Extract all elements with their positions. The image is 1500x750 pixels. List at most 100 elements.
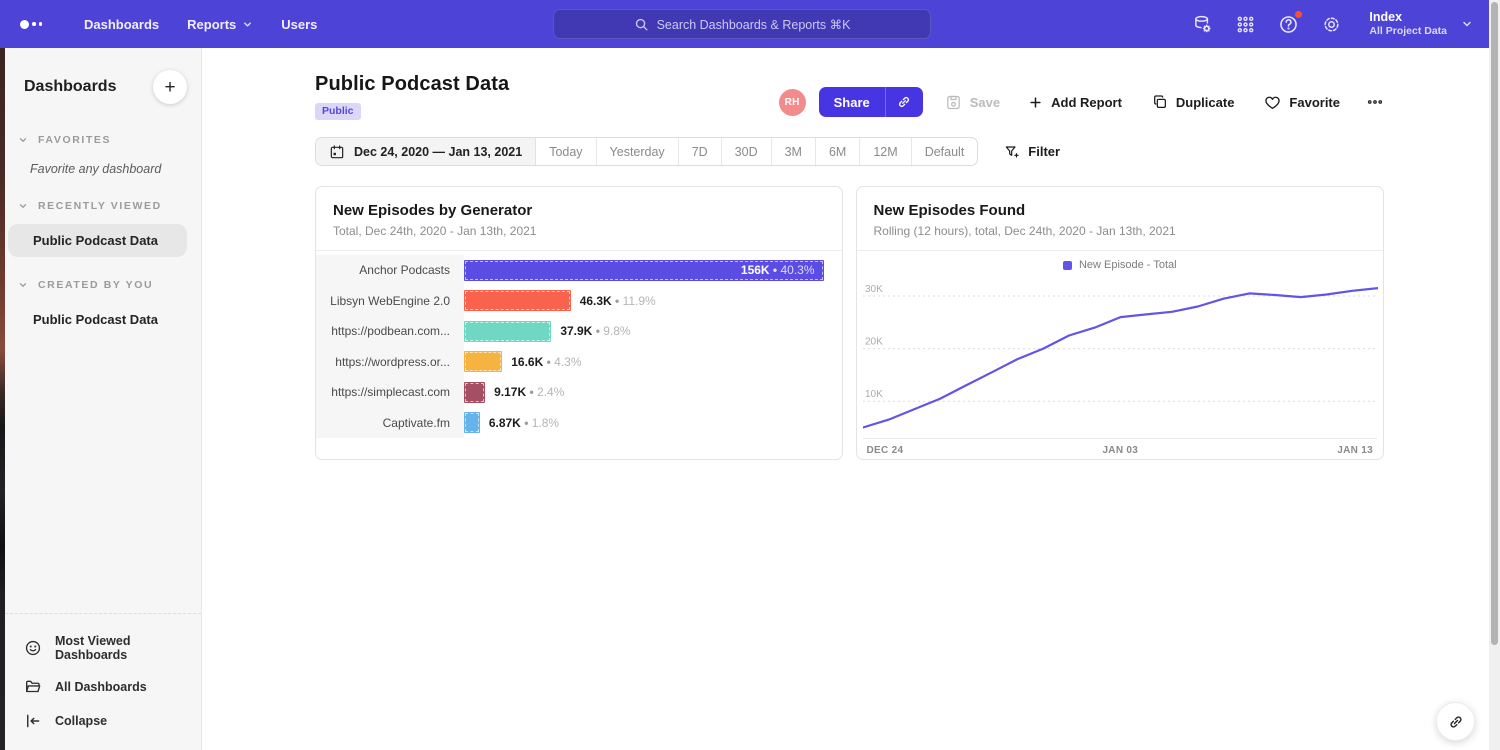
smiley-icon (24, 639, 42, 657)
date-preset-yesterday[interactable]: Yesterday (597, 138, 679, 165)
filter-label: Filter (1028, 144, 1060, 159)
x-axis: DEC 24 JAN 03 JAN 13 (863, 438, 1378, 456)
date-preset-default[interactable]: Default (912, 138, 978, 165)
app-logo[interactable] (20, 20, 42, 29)
line-chart-plot[interactable]: 10K20K30K (863, 275, 1378, 438)
bar-value-label: 16.6K • 4.3% (511, 355, 581, 369)
apps-grid-icon[interactable] (1234, 13, 1256, 35)
sidebar-section-recently-viewed: RECENTLY VIEWED Public Podcast Data (5, 194, 201, 259)
bar-segment[interactable] (464, 351, 502, 372)
bar-track: 37.9K • 9.8% (464, 316, 842, 347)
bar-value-label: 46.3K • 11.9% (580, 294, 656, 308)
sidebar-footer: Most Viewed Dashboards All Dashboards Co… (5, 613, 201, 750)
collapse-sidebar-button[interactable]: Collapse (5, 704, 201, 738)
add-dashboard-button[interactable]: + (153, 70, 187, 104)
save-button[interactable]: Save (945, 94, 1000, 111)
sidebar-item-public-podcast-data[interactable]: Public Podcast Data (8, 224, 187, 257)
date-preset-3m[interactable]: 3M (772, 138, 816, 165)
duplicate-label: Duplicate (1176, 95, 1235, 110)
search-input[interactable]: Search Dashboards & Reports ⌘K (553, 9, 931, 39)
share-link-button[interactable] (885, 87, 923, 117)
bar-category-label: Captivate.fm (316, 408, 464, 439)
logo-dot-small (32, 22, 36, 26)
plus-icon (1028, 95, 1043, 110)
date-preset-today[interactable]: Today (536, 138, 596, 165)
section-label: FAVORITES (38, 134, 111, 146)
data-sources-icon[interactable] (1191, 13, 1213, 35)
sidebar-title: Dashboards (24, 78, 116, 96)
section-header-favorites[interactable]: FAVORITES (5, 128, 201, 152)
line-chart-card: New Episodes Found Rolling (12 hours), t… (856, 186, 1385, 460)
legend-label: New Episode - Total (1079, 259, 1177, 271)
nav-item-label: Reports (187, 17, 236, 32)
bar-track: 16.6K • 4.3% (464, 347, 842, 378)
dashboards-sidebar: Dashboards + FAVORITES Favorite any dash… (5, 48, 202, 750)
link-icon (896, 94, 912, 110)
bar-segment[interactable] (464, 290, 571, 311)
y-tick-label: 30K (865, 284, 883, 295)
nav-item-label: Dashboards (84, 17, 159, 32)
filter-button[interactable]: Filter (1004, 144, 1060, 160)
bar-segment[interactable] (464, 412, 480, 433)
section-header-created-by-you[interactable]: CREATED BY YOU (5, 273, 201, 297)
bar-segment[interactable] (464, 382, 485, 403)
kebab-menu-icon (1366, 93, 1384, 111)
settings-gear-icon[interactable] (1320, 13, 1342, 35)
page-scrollbar[interactable] (1489, 0, 1500, 750)
favorite-button[interactable]: Favorite (1264, 94, 1340, 111)
all-dashboards-button[interactable]: All Dashboards (5, 670, 201, 704)
chevron-down-icon (18, 280, 28, 290)
search-placeholder: Search Dashboards & Reports ⌘K (657, 17, 851, 32)
floating-share-link-button[interactable] (1436, 702, 1475, 741)
sidebar-section-created-by-you: CREATED BY YOU Public Podcast Data (5, 273, 201, 338)
account-switcher[interactable]: Index All Project Data (1369, 10, 1473, 38)
date-preset-12m[interactable]: 12M (860, 138, 911, 165)
chevron-down-icon (1461, 18, 1473, 30)
duplicate-button[interactable]: Duplicate (1152, 94, 1235, 110)
bar-segment[interactable] (464, 321, 551, 342)
background-content-strip (0, 48, 5, 750)
help-icon[interactable] (1277, 13, 1299, 35)
bar-chart-title: New Episodes by Generator (333, 202, 825, 219)
bar-row: https://wordpress.or...16.6K • 4.3% (316, 347, 842, 378)
date-preset-6m[interactable]: 6M (816, 138, 860, 165)
date-range-label: Dec 24, 2020 — Jan 13, 2021 (354, 145, 522, 159)
x-tick-label: JAN 13 (1337, 445, 1373, 456)
duplicate-icon (1152, 94, 1168, 110)
bar-row: Anchor Podcasts156K • 40.3% (316, 255, 842, 286)
avatar[interactable]: RH (779, 89, 806, 116)
account-name: Index (1369, 10, 1447, 25)
more-options-button[interactable] (1366, 93, 1384, 111)
line-chart-title: New Episodes Found (874, 202, 1367, 219)
y-tick-label: 10K (865, 389, 883, 400)
x-tick-label: DEC 24 (867, 445, 904, 456)
section-header-recently-viewed[interactable]: RECENTLY VIEWED (5, 194, 201, 218)
bar-row: Libsyn WebEngine 2.046.3K • 11.9% (316, 286, 842, 317)
header-actions: RH Share (779, 87, 1384, 117)
bar-segment[interactable]: 156K • 40.3% (464, 260, 824, 281)
bar-row: https://simplecast.com9.17K • 2.4% (316, 377, 842, 408)
share-split-button: Share (819, 87, 923, 117)
nav-item-dashboards[interactable]: Dashboards (70, 0, 173, 48)
date-preset-30d[interactable]: 30D (722, 138, 772, 165)
share-button[interactable]: Share (819, 87, 885, 117)
nav-item-users[interactable]: Users (267, 0, 331, 48)
chevron-down-icon (18, 201, 28, 211)
most-viewed-dashboards-button[interactable]: Most Viewed Dashboards (5, 626, 201, 670)
footer-item-label: All Dashboards (55, 680, 147, 694)
filter-funnel-icon (1004, 144, 1020, 160)
date-range-picker[interactable]: Dec 24, 2020 — Jan 13, 2021 (316, 138, 536, 165)
bar-track: 6.87K • 1.8% (464, 408, 842, 439)
bar-track: 46.3K • 11.9% (464, 286, 842, 317)
bar-value-label: 156K • 40.3% (741, 263, 824, 277)
scrollbar-thumb[interactable] (1491, 2, 1498, 645)
sidebar-item-public-podcast-data[interactable]: Public Podcast Data (8, 303, 187, 336)
bar-row: Captivate.fm6.87K • 1.8% (316, 408, 842, 439)
add-report-button[interactable]: Add Report (1028, 95, 1122, 110)
nav-item-reports[interactable]: Reports (173, 0, 267, 48)
search-icon (634, 17, 649, 32)
line-series (863, 288, 1378, 427)
date-preset-7d[interactable]: 7D (679, 138, 722, 165)
link-icon (1447, 713, 1465, 731)
folder-icon (24, 678, 42, 696)
